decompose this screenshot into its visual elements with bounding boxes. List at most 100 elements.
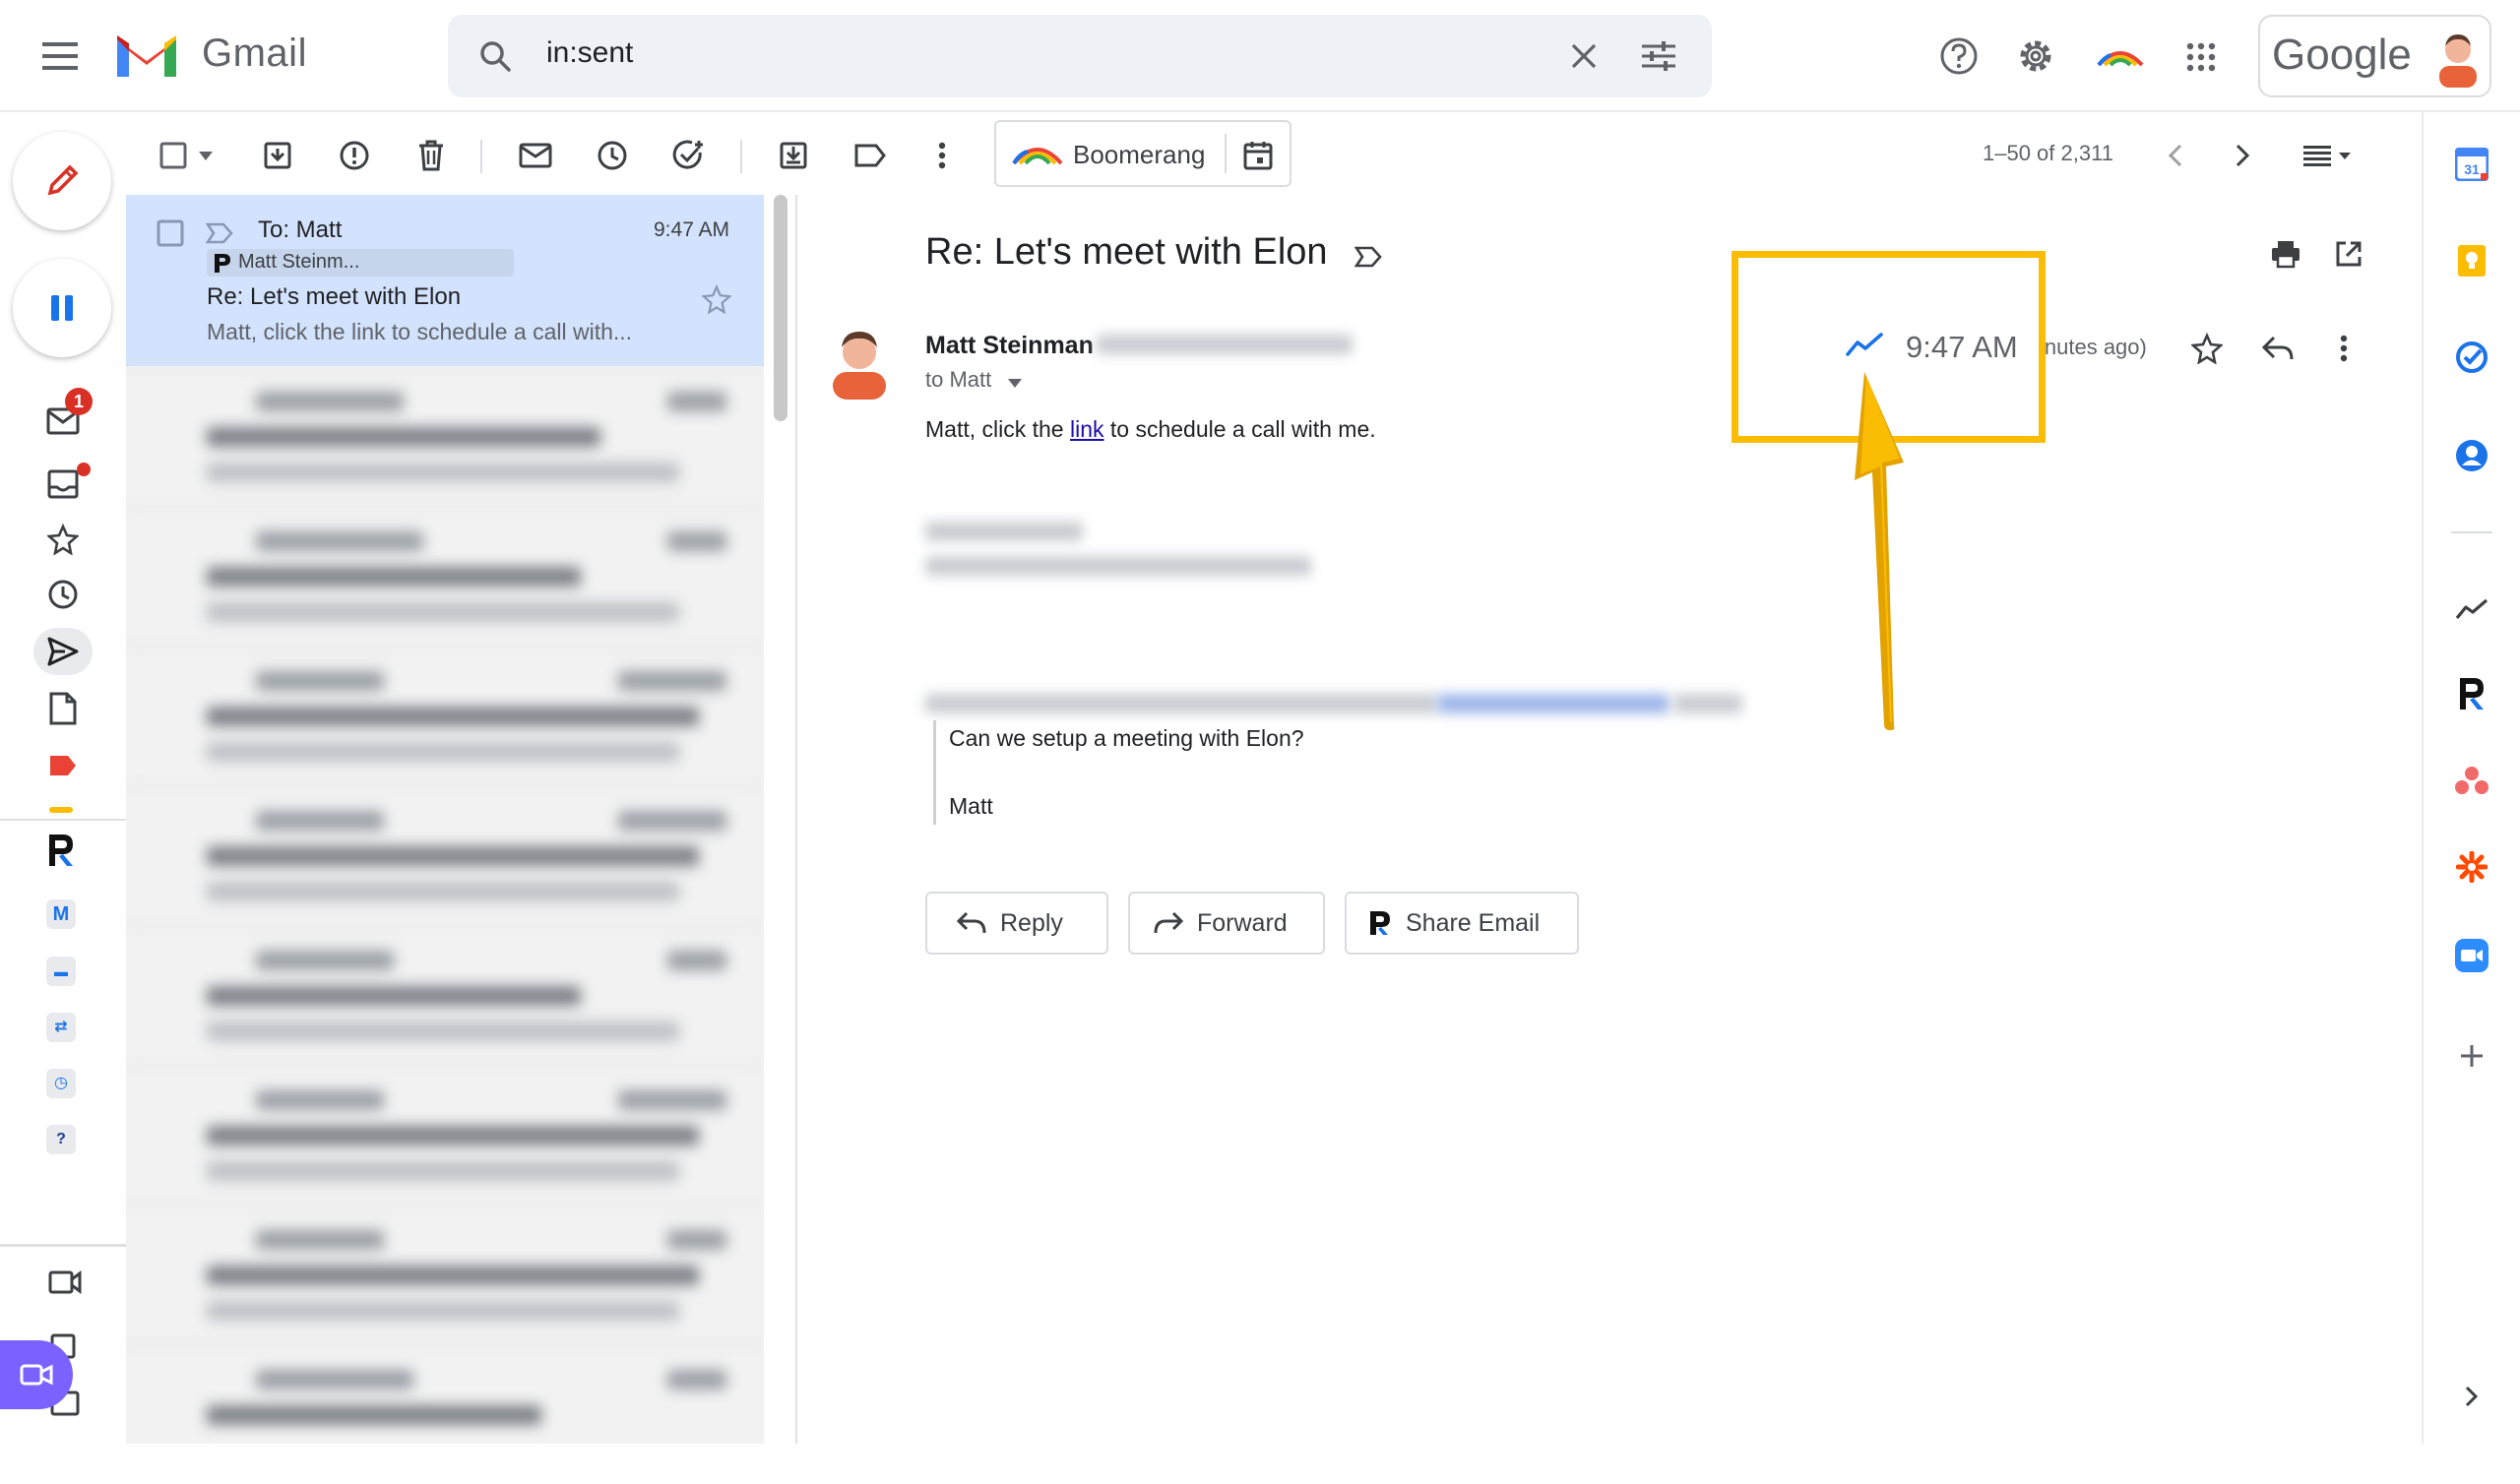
main-menu-icon[interactable] — [37, 33, 83, 79]
row-checkbox[interactable] — [154, 216, 187, 250]
boomerang-rainbow-icon[interactable] — [2093, 37, 2148, 77]
pipedrive-share-icon — [1370, 911, 1390, 935]
report-spam-icon[interactable] — [335, 136, 374, 175]
select-dropdown-icon[interactable] — [195, 144, 217, 167]
recipient-details-dropdown-icon[interactable] — [1004, 372, 1026, 394]
row-snippet: Matt, click the link to schedule a call … — [207, 319, 633, 344]
help-app-icon[interactable]: ? — [46, 1125, 76, 1154]
pause-inbox-button[interactable] — [13, 259, 111, 357]
asana-app-icon[interactable] — [2449, 758, 2494, 803]
message-more-icon[interactable] — [2329, 329, 2359, 368]
gmail-wordmark: Gmail — [202, 31, 307, 75]
google-calendar-icon[interactable]: 31 — [2449, 142, 2494, 187]
search-bar[interactable]: in:sent — [448, 15, 1712, 97]
list-item[interactable] — [126, 1344, 764, 1484]
app-header: Gmail in:sent Google — [0, 0, 2520, 112]
tracking-graph-app-icon[interactable] — [2449, 587, 2494, 632]
sync-app-icon[interactable]: ⇄ — [46, 1013, 76, 1042]
search-input[interactable]: in:sent — [546, 36, 633, 70]
list-item[interactable] — [126, 785, 764, 925]
account-button[interactable]: Google — [2258, 15, 2491, 97]
inbox-dot-indicator — [77, 463, 91, 476]
zapier-app-icon[interactable] — [2449, 844, 2494, 890]
list-item[interactable] — [126, 1205, 764, 1344]
share-email-label: Share Email — [1406, 908, 1541, 937]
share-email-button[interactable]: Share Email — [1345, 892, 1579, 955]
quote-border — [933, 720, 936, 825]
older-chevron-right-icon[interactable] — [2223, 136, 2262, 175]
starred-icon[interactable] — [43, 520, 83, 559]
reply-arrow-icon[interactable] — [2258, 329, 2298, 368]
subject-importance-icon[interactable] — [1351, 240, 1386, 274]
add-addon-plus-icon[interactable] — [2449, 1033, 2494, 1079]
row-time: 9:47 AM — [654, 218, 730, 241]
clear-search-icon[interactable] — [1564, 36, 1604, 76]
importance-marker-icon[interactable] — [205, 218, 234, 248]
forward-button[interactable]: Forward — [1128, 892, 1325, 955]
m-app-icon[interactable]: M — [46, 899, 76, 929]
boomerang-button[interactable]: Boomerang — [994, 120, 1292, 187]
google-contacts-icon[interactable] — [2449, 433, 2494, 478]
list-item[interactable] — [126, 925, 764, 1065]
search-icon[interactable] — [475, 36, 515, 76]
drafts-icon[interactable] — [43, 689, 83, 728]
move-to-icon[interactable] — [774, 136, 813, 175]
row-subject: Re: Let's meet with Elon — [207, 283, 462, 310]
forward-label: Forward — [1197, 908, 1288, 937]
sender-avatar[interactable] — [825, 323, 894, 400]
density-toggle-icon[interactable] — [2294, 136, 2362, 175]
google-keep-icon[interactable] — [2449, 238, 2494, 283]
forward-icon — [1154, 911, 1183, 934]
list-item[interactable] — [126, 1065, 764, 1205]
label-red-icon[interactable] — [43, 746, 83, 785]
selected-message-row[interactable]: To: Matt 9:47 AM Matt Steinm... Re: Let'… — [126, 195, 764, 366]
video-call-fab[interactable] — [0, 1340, 73, 1409]
google-tasks-icon[interactable] — [2449, 335, 2494, 380]
mark-as-unread-icon[interactable] — [516, 136, 555, 175]
select-all-checkbox[interactable] — [156, 138, 191, 173]
compose-button[interactable] — [13, 132, 111, 230]
sender-email-redacted — [1097, 335, 1353, 354]
print-icon[interactable] — [2266, 234, 2305, 274]
timer-app-icon[interactable]: ◷ — [46, 1069, 76, 1098]
sent-icon[interactable] — [33, 628, 93, 675]
pipedrive-contact-chip[interactable]: Matt Steinm... — [207, 249, 514, 277]
snooze-clock-icon[interactable] — [593, 136, 632, 175]
zoom-app-icon[interactable] — [2449, 933, 2494, 978]
gmail-logo-icon[interactable] — [113, 30, 180, 81]
apps-grid-icon[interactable] — [2179, 35, 2223, 79]
list-scrollbar[interactable] — [774, 195, 788, 421]
label-tag-icon[interactable] — [850, 136, 890, 175]
quoted-text-line-1: Can we setup a meeting with Elon? — [949, 725, 1304, 751]
delete-trash-icon[interactable] — [411, 136, 451, 175]
list-item[interactable] — [126, 366, 764, 506]
add-to-tasks-icon[interactable] — [669, 136, 709, 175]
archive-icon[interactable] — [258, 136, 297, 175]
meet-video-icon[interactable] — [45, 1265, 85, 1300]
pipedrive-app-icon[interactable] — [2449, 671, 2494, 716]
label-orange-icon[interactable] — [49, 807, 73, 813]
search-options-icon[interactable] — [1639, 36, 1678, 76]
snoozed-clock-icon[interactable] — [43, 575, 83, 614]
newer-chevron-left-icon[interactable] — [2156, 136, 2195, 175]
pipedrive-p-icon[interactable] — [41, 829, 81, 872]
open-in-new-window-icon[interactable] — [2329, 234, 2368, 274]
sender-name[interactable]: Matt Steinman — [925, 332, 1094, 360]
reading-pane-divider — [795, 195, 797, 1444]
list-item[interactable] — [126, 646, 764, 785]
notes-app-icon[interactable]: ▬ — [46, 957, 76, 986]
signature-redacted-1 — [925, 522, 1083, 541]
quote-wrote-redacted — [1673, 694, 1742, 713]
quote-header-redacted — [925, 694, 1437, 713]
schedule-call-link[interactable]: link — [1070, 416, 1104, 442]
list-item[interactable] — [126, 506, 764, 646]
boomerang-calendar-icon[interactable] — [1238, 136, 1278, 175]
pipedrive-chip-label: Matt Steinm... — [238, 251, 360, 273]
row-star-icon[interactable] — [699, 281, 734, 317]
reply-button[interactable]: Reply — [925, 892, 1108, 955]
message-star-icon[interactable] — [2187, 329, 2227, 368]
help-icon[interactable] — [1937, 34, 1981, 78]
expand-panel-chevron-icon[interactable] — [2449, 1374, 2494, 1419]
more-options-icon[interactable] — [927, 136, 957, 175]
settings-gear-icon[interactable] — [2014, 34, 2057, 78]
